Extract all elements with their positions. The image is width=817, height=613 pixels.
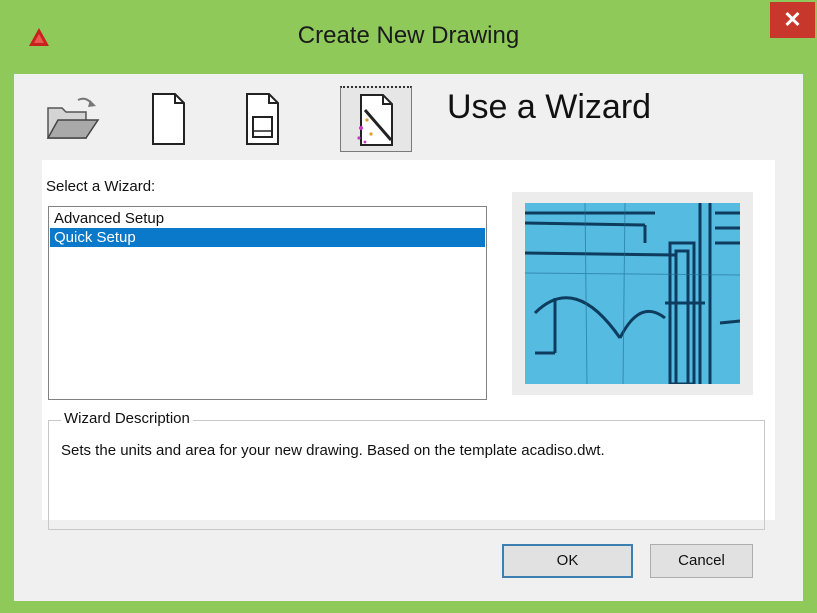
blank-drawing-icon [152, 93, 185, 145]
list-item-quick-setup[interactable]: Quick Setup [50, 228, 485, 247]
wizard-description-legend: Wizard Description [61, 410, 193, 427]
title-bar[interactable]: Create New Drawing ✕ [0, 0, 817, 74]
template-icon [246, 93, 279, 145]
close-button[interactable]: ✕ [770, 2, 815, 38]
ok-button[interactable]: OK [502, 544, 633, 578]
wizard-description-group: Wizard Description Sets the units and ar… [48, 410, 765, 530]
wizard-panel: Select a Wizard: Advanced Setup Quick Se… [42, 160, 775, 530]
mode-heading: Use a Wizard [447, 88, 652, 126]
wizard-listbox[interactable]: Advanced Setup Quick Setup [48, 206, 487, 400]
create-new-drawing-dialog: Create New Drawing ✕ Use a Wizard Select… [0, 0, 817, 613]
blueprint-preview-image [525, 203, 740, 384]
open-drawing-button[interactable] [36, 86, 108, 152]
dialog-body: Use a Wizard Select a Wizard: Advanced S… [14, 74, 803, 601]
open-drawing-icon [46, 97, 100, 139]
wizard-preview-image [512, 192, 753, 395]
cancel-button[interactable]: Cancel [650, 544, 753, 578]
select-wizard-label: Select a Wizard: [46, 178, 156, 195]
wizard-icon [357, 93, 393, 146]
list-item-advanced-setup[interactable]: Advanced Setup [50, 209, 485, 228]
wizard-description-text: Sets the units and area for your new dra… [61, 442, 605, 459]
window-title: Create New Drawing [297, 22, 520, 49]
use-template-button[interactable] [226, 86, 298, 152]
use-wizard-button[interactable] [340, 86, 412, 152]
start-from-scratch-button[interactable] [132, 86, 204, 152]
